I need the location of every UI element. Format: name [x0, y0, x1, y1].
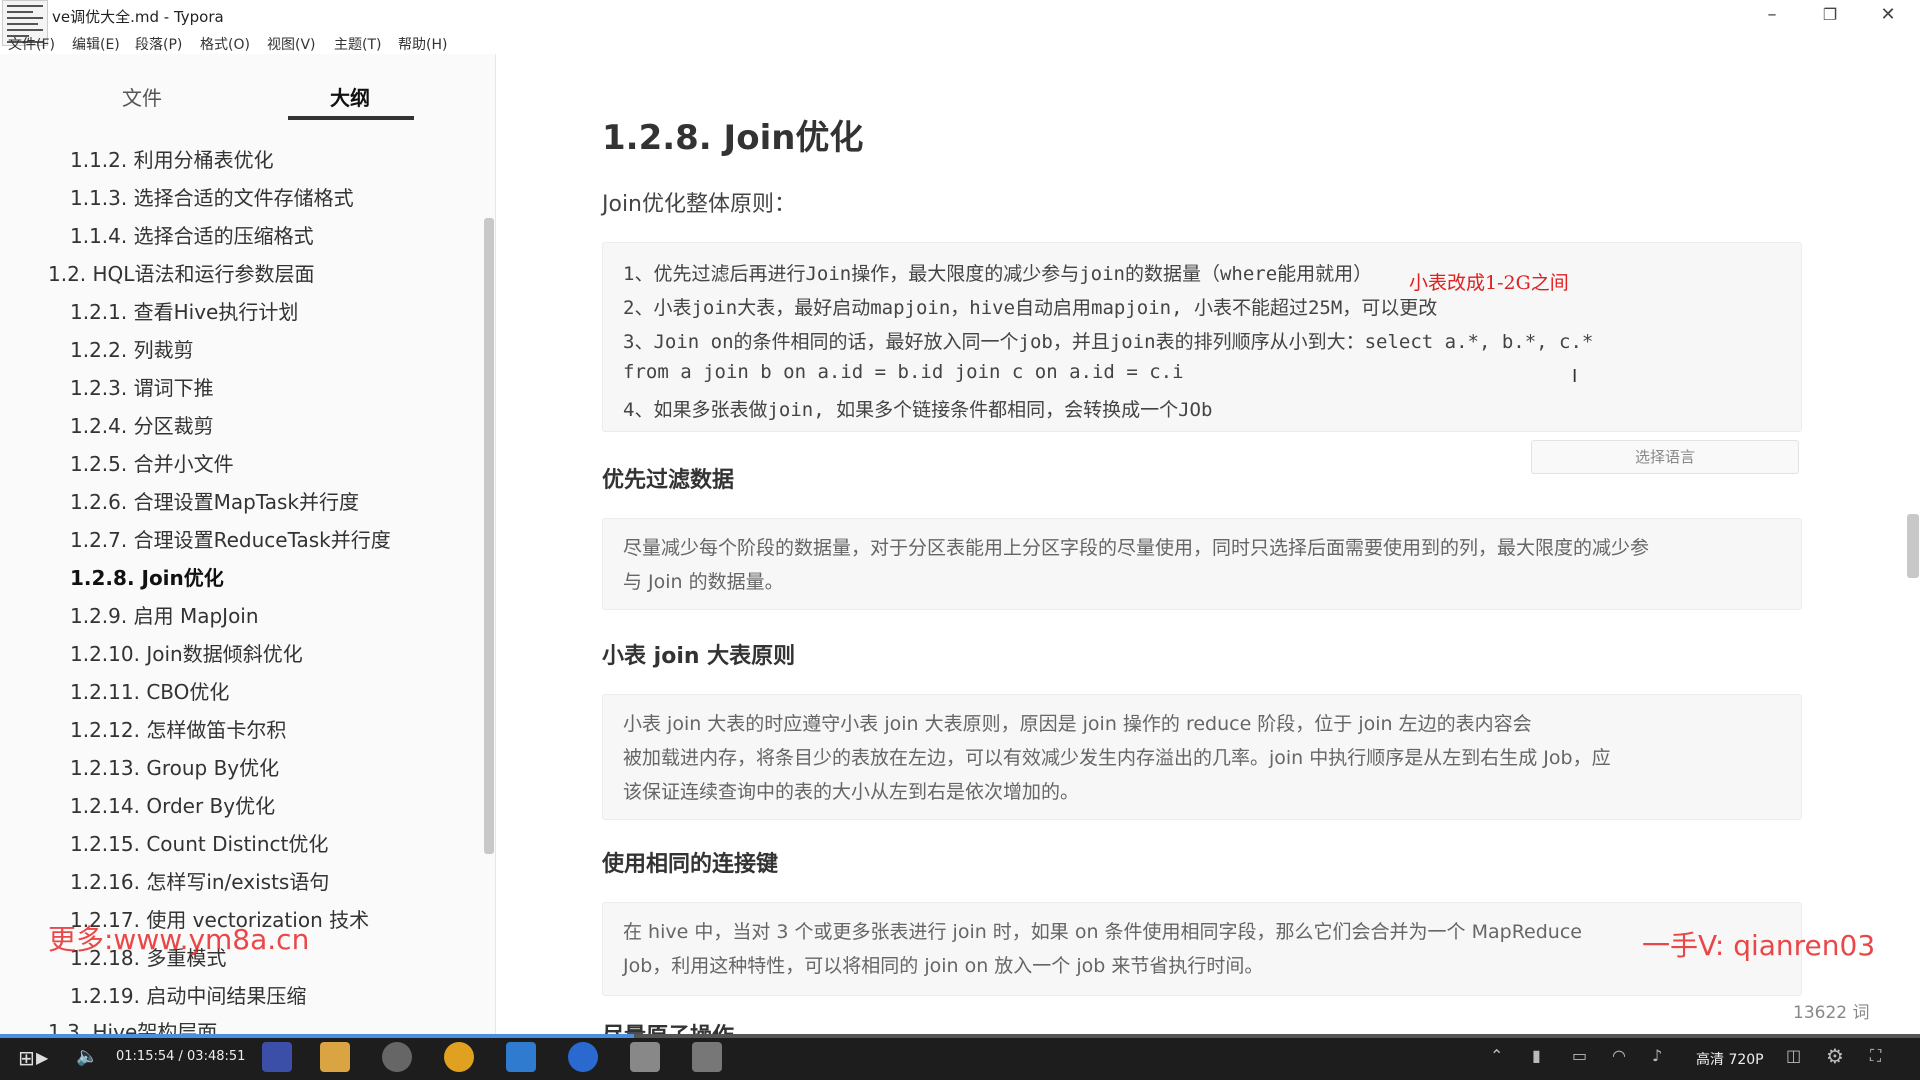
blockquote: 小表 join 大表的时应遵守小表 join 大表原则，原因是 join 操作的… — [602, 694, 1802, 820]
code-line: 4、如果多张表做join, 如果多个链接条件都相同，会转换成一个JOb — [623, 399, 1213, 421]
taskbar-app-icon[interactable] — [692, 1042, 722, 1072]
menu-theme[interactable]: 主题(T) — [334, 34, 381, 54]
play-icon[interactable]: ▶ — [36, 1048, 48, 1067]
sidebar-scrollbar[interactable] — [484, 218, 494, 854]
quality-label[interactable]: 高清 720P — [1696, 1049, 1764, 1069]
quote-line: Job，利用这种特性，可以将相同的 join on 放入一个 job 来节省执行… — [623, 955, 1264, 977]
wifi-icon[interactable]: ◠ — [1612, 1046, 1626, 1065]
code-line: from a join b on a.id = b.id join c on a… — [623, 361, 1184, 383]
volume-icon[interactable]: 🔈 — [76, 1046, 98, 1067]
outline-item[interactable]: 1.2.15. Count Distinct优化 — [70, 828, 328, 857]
watermark-left: 更多:www.ym8a.cn — [48, 923, 310, 956]
menu-edit[interactable]: 编辑(E) — [72, 34, 120, 54]
tab-outline[interactable]: 大纲 — [330, 82, 370, 111]
quote-line: 小表 join 大表的时应遵守小表 join 大表原则，原因是 join 操作的… — [623, 713, 1532, 735]
outline-item[interactable]: 1.2.1. 查看Hive执行计划 — [70, 296, 298, 325]
outline-item[interactable]: 1.2.12. 怎样做笛卡尔积 — [70, 714, 286, 743]
window-title: ve调优大全.md - Typora — [52, 8, 224, 26]
code-block[interactable]: 1、优先过滤后再进行Join操作，最大限度的减少参与join的数据量（where… — [602, 242, 1802, 432]
screenshot-icon[interactable]: ◫ — [1786, 1046, 1801, 1065]
code-line: 1、优先过滤后再进行Join操作，最大限度的减少参与join的数据量（where… — [623, 263, 1373, 285]
outline-item[interactable]: 1.2.16. 怎样写in/exists语句 — [70, 866, 329, 895]
blockquote: 在 hive 中，当对 3 个或更多张表进行 join 时，如果 on 条件使用… — [602, 902, 1802, 996]
outline-clip: 1.3. Hive架构层面 — [0, 1016, 480, 1034]
section-title-partial: 尽量原子操作 — [602, 1018, 734, 1034]
quote-line: 被加载进内存，将条目少的表放在左边，可以有效减少发生内存溢出的几率。join 中… — [623, 747, 1611, 769]
outline-item[interactable]: 1.1.2. 利用分桶表优化 — [70, 144, 274, 173]
watermark-right: 一手V: qianren03 — [1642, 929, 1876, 962]
battery-icon[interactable]: ▭ — [1572, 1046, 1587, 1065]
intro-paragraph: Join优化整体原则： — [602, 192, 797, 217]
outline-item[interactable]: 1.2.10. Join数据倾斜优化 — [70, 638, 303, 667]
menu-bar: 文件(F) 编辑(E) 段落(P) 格式(O) 视图(V) 主题(T) 帮助(H… — [0, 30, 600, 54]
speaker-icon[interactable]: ♪ — [1652, 1046, 1662, 1065]
outline-item[interactable]: 1.2.2. 列裁剪 — [70, 334, 194, 363]
quote-line: 在 hive 中，当对 3 个或更多张表进行 join 时，如果 on 条件使用… — [623, 921, 1582, 943]
outline-item-active[interactable]: 1.2.8. Join优化 — [70, 562, 224, 591]
taskbar-app-icon[interactable] — [382, 1042, 412, 1072]
taskbar-app-icon[interactable] — [506, 1042, 536, 1072]
windows-start-icon[interactable]: ⊞ — [18, 1046, 35, 1070]
outline-item[interactable]: 1.1.4. 选择合适的压缩格式 — [70, 220, 314, 249]
tab-active-indicator — [288, 116, 414, 120]
minimize-button[interactable]: – — [1752, 2, 1792, 28]
outline-item[interactable]: 1.3. Hive架构层面 — [48, 1016, 217, 1034]
menu-file[interactable]: 文件(F) — [8, 34, 55, 54]
outline-item[interactable]: 1.2.3. 谓词下推 — [70, 372, 214, 401]
progress-fill — [0, 1034, 634, 1038]
code-line: 3、Join on的条件相同的话，最好放入同一个job，并且join表的排列顺序… — [623, 331, 1594, 353]
code-line: 2、小表join大表，最好启动mapjoin，hive自动启用mapjoin, … — [623, 297, 1438, 319]
blockquote: 尽量减少每个阶段的数据量，对于分区表能用上分区字段的尽量使用，同时只选择后面需要… — [602, 518, 1802, 610]
mic-icon[interactable]: ▮ — [1532, 1046, 1541, 1065]
quote-line: 与 Join 的数据量。 — [623, 571, 784, 593]
typora-icon[interactable] — [630, 1042, 660, 1072]
taskbar-app-icon[interactable] — [568, 1042, 598, 1072]
language-select[interactable]: 选择语言 — [1531, 440, 1799, 474]
text-cursor-icon: I — [1572, 366, 1578, 387]
outline-item[interactable]: 1.1.3. 选择合适的文件存储格式 — [70, 182, 354, 211]
quote-line: 该保证连续查询中的表的大小从左到右是依次增加的。 — [623, 781, 1080, 803]
editor-pane[interactable]: 1.2.8. Join优化 Join优化整体原则： 1、优先过滤后再进行Join… — [497, 54, 1920, 1034]
red-annotation: 小表改成1-2G之间 — [1409, 272, 1569, 294]
outline-item[interactable]: 1.2.4. 分区裁剪 — [70, 410, 214, 439]
outline-item[interactable]: 1.2.14. Order By优化 — [70, 790, 275, 819]
sidebar: 文件 大纲 1.1.2. 利用分桶表优化 1.1.3. 选择合适的文件存储格式 … — [0, 54, 582, 1034]
outline-item[interactable]: 1.2.6. 合理设置MapTask并行度 — [70, 486, 359, 515]
tray-up-icon[interactable]: ⌃ — [1490, 1046, 1503, 1065]
word-count[interactable]: 13622 词 — [1793, 998, 1869, 1023]
menu-paragraph[interactable]: 段落(P) — [135, 34, 182, 54]
menu-format[interactable]: 格式(O) — [200, 34, 250, 54]
settings-gear-icon[interactable]: ⚙ — [1826, 1044, 1844, 1068]
outline-item[interactable]: 1.2.9. 启用 MapJoin — [70, 600, 259, 629]
outline-item[interactable]: 1.2.19. 启动中间结果压缩 — [70, 980, 306, 1009]
section-title: 小表 join 大表原则 — [602, 644, 796, 669]
taskbar-app-icon[interactable] — [262, 1042, 292, 1072]
outline-item[interactable]: 1.2.7. 合理设置ReduceTask并行度 — [70, 524, 391, 553]
section-title: 优先过滤数据 — [602, 468, 735, 493]
menu-view[interactable]: 视图(V) — [267, 34, 316, 54]
outline-item[interactable]: 1.2.13. Group By优化 — [70, 752, 279, 781]
chrome-icon[interactable] — [444, 1042, 474, 1072]
menu-help[interactable]: 帮助(H) — [398, 34, 447, 54]
video-player-bar: ⊞ ▶ 🔈 01:15:54 / 03:48:51 ⌃ ▮ ▭ ◠ ♪ 高清 7… — [0, 1034, 1920, 1080]
close-button[interactable]: ✕ — [1868, 2, 1908, 28]
progress-track[interactable] — [0, 1034, 1920, 1038]
folder-icon[interactable] — [320, 1042, 350, 1072]
playback-time: 01:15:54 / 03:48:51 — [116, 1049, 246, 1064]
outline-item[interactable]: 1.2. HQL语法和运行参数层面 — [48, 258, 314, 287]
fullscreen-icon[interactable]: ⛶ — [1870, 1046, 1881, 1066]
quote-line: 尽量减少每个阶段的数据量，对于分区表能用上分区字段的尽量使用，同时只选择后面需要… — [623, 537, 1650, 559]
section-title: 使用相同的连接键 — [602, 852, 779, 877]
outline-item[interactable]: 1.2.11. CBO优化 — [70, 676, 229, 705]
outline-item[interactable]: 1.2.5. 合并小文件 — [70, 448, 234, 477]
restore-button[interactable]: ❐ — [1810, 2, 1850, 28]
editor-scrollbar[interactable] — [1907, 514, 1919, 578]
heading-join-optimization: 1.2.8. Join优化 — [602, 118, 864, 158]
tab-files[interactable]: 文件 — [122, 82, 162, 111]
title-bar: ve调优大全.md - Typora – ❐ ✕ — [0, 0, 1920, 46]
